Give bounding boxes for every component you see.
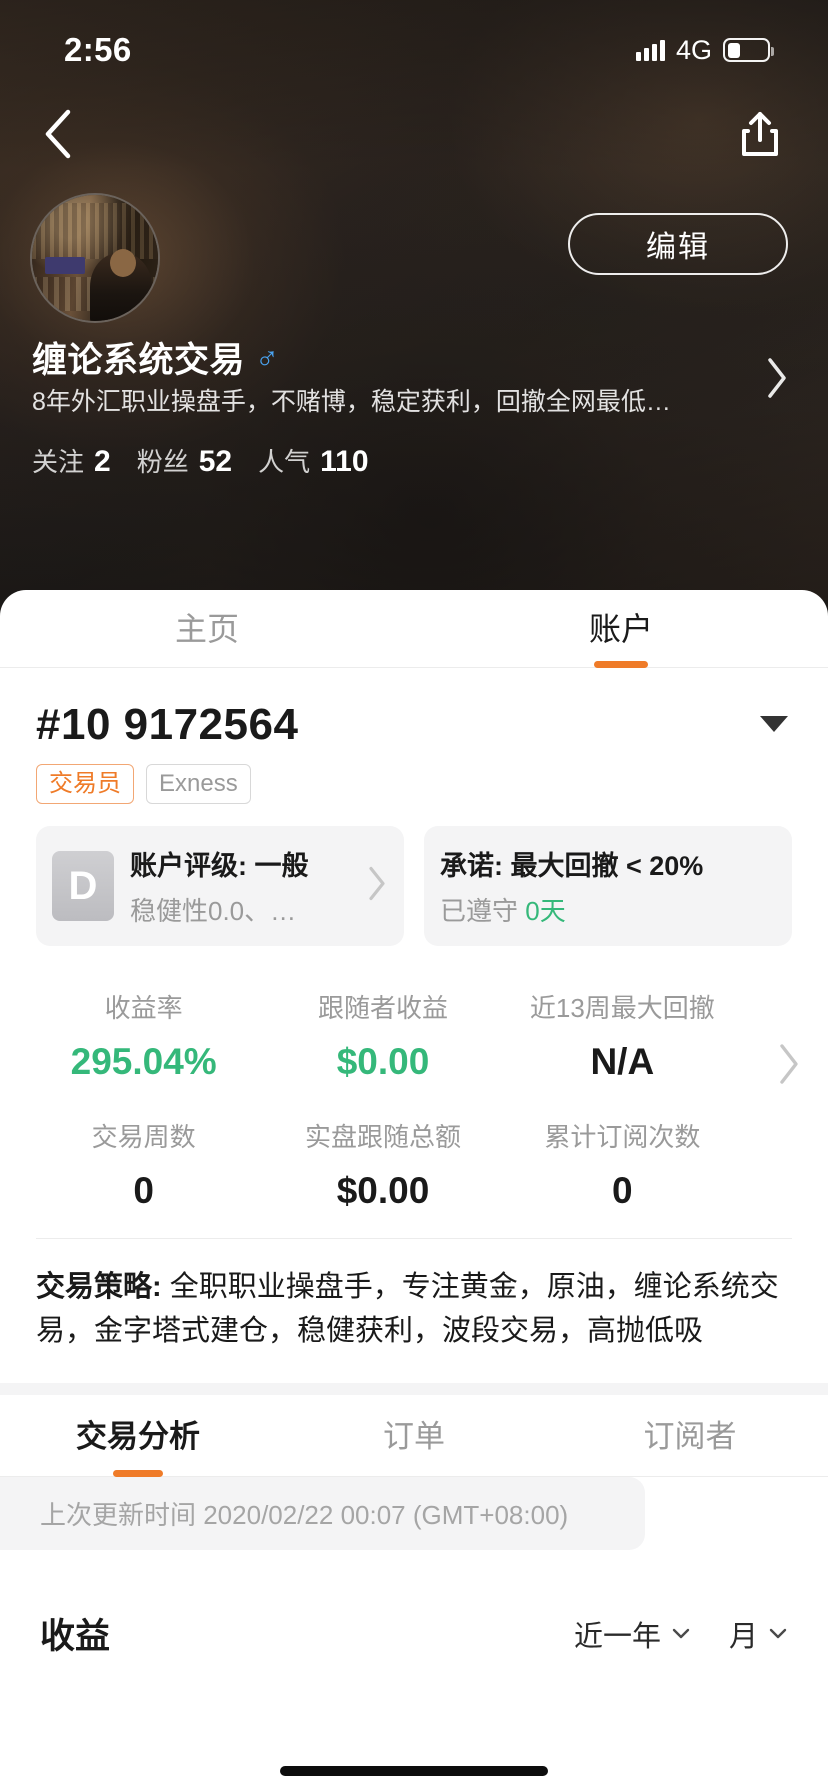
earnings-title: 收益 [40,1617,111,1656]
account-grade-badge: D [52,851,114,921]
male-gender-icon: ♂ [255,339,280,375]
range-selector[interactable]: 近一年 [574,1613,691,1655]
stat-copy-volume: 实盘跟随总额 $0.00 [263,1105,502,1234]
stat-trading-weeks-label: 交易周数 [91,1122,196,1152]
tab-subscribers-label: 订阅者 [643,1419,737,1454]
account-promise-title: 承诺: 最大回撤 < 20% [440,851,704,881]
stat-max-drawdown-label: 近13周最大回撤 [529,993,715,1023]
status-badge-trader: 交易员 [36,764,134,804]
stat-max-drawdown: 近13周最大回撤 N/A [503,976,742,1105]
earnings-section-header: 收益 近一年 月 [0,1550,828,1659]
chevron-down-small-icon [672,1628,690,1638]
stat-follower-profit-value: $0.00 [336,1041,430,1082]
share-icon[interactable] [734,106,786,162]
stat-subscription-count: 累计订阅次数 0 [503,1105,742,1234]
tab-orders-label: 订单 [383,1419,445,1454]
tab-subscribers-underline [665,1470,715,1477]
tab-orders[interactable]: 订单 [276,1395,552,1476]
stat-return-rate: 收益率 295.04% [24,976,263,1105]
promise-days-value: 0天 [525,896,566,926]
edit-profile-button[interactable]: 编辑 [568,213,788,275]
stat-trading-weeks: 交易周数 0 [24,1105,263,1234]
account-header: #10 9172564 交易员 Exness [0,668,828,804]
account-promise-subtitle: 已遵守 0天 [440,891,703,928]
tab-trade-analysis[interactable]: 交易分析 [0,1395,276,1477]
stats-row-secondary: 交易周数 0 实盘跟随总额 $0.00 累计订阅次数 0 [24,1105,804,1234]
tab-account[interactable]: 账户 [414,590,828,668]
analysis-tab-bar: 交易分析 订单 订阅者 [0,1395,828,1477]
account-stats: 收益率 295.04% 跟随者收益 $0.00 近13周最大回撤 N/A 交易周… [0,946,828,1234]
counter-label-followers: 粉丝 [136,447,189,477]
battery-icon [723,38,774,62]
nav-bar [0,96,828,172]
profile-detail-chevron-icon[interactable] [764,356,790,405]
main-tab-bar: 主页 账户 [0,590,828,668]
stat-follower-profit-label: 跟随者收益 [317,993,448,1023]
stat-max-drawdown-value: N/A [590,1041,655,1082]
avatar-photo [32,195,158,321]
counter-label-popularity: 人气 [258,447,311,477]
account-promise-card[interactable]: 承诺: 最大回撤 < 20% 已遵守 0天 [424,826,792,946]
profile-counters: 关注 2 粉丝 52 人气 110 [32,442,385,479]
page-title: 缠论系统交易 [32,341,246,380]
stat-subscription-count-value: 0 [612,1170,633,1211]
profile-bio: 8年外汇职业操盘手，不赌博，稳定获利，回撤全网最低… [32,388,671,416]
account-info-cards: D 账户评级: 一般 稳健性0.0、… 承诺: 最大回撤 < 20% 已遵守 0… [0,804,828,946]
tab-account-label: 账户 [588,611,653,647]
stat-copy-volume-label: 实盘跟随总额 [304,1122,461,1152]
stat-follower-profit: 跟随者收益 $0.00 [263,976,502,1105]
stat-subscription-count-label: 累计订阅次数 [544,1122,701,1152]
caret-down-icon[interactable] [760,716,788,732]
status-bar: 2:56 4G [0,0,828,100]
chevron-down-small-icon-2 [769,1628,787,1638]
back-chevron-icon[interactable] [30,106,86,162]
tab-account-underline [594,661,648,668]
trading-strategy-text: 交易策略: 全职职业操盘手，专注黄金，原油，缠论系统交易，金字塔式建仓，稳健获利… [0,1239,828,1383]
section-gap [0,1383,828,1395]
counter-value-followers: 52 [198,445,233,478]
account-rating-subtitle: 稳健性0.0、… [130,896,297,926]
account-rating-chevron-icon [366,865,388,908]
counter-value-popularity: 110 [320,445,369,478]
trading-strategy-label: 交易策略: [36,1271,162,1303]
avatar[interactable] [30,193,160,323]
tab-trade-analysis-label: 交易分析 [76,1419,200,1454]
period-selector[interactable]: 月 [729,1613,788,1655]
stats-row-spacer-2 [742,1105,804,1234]
home-indicator [280,1766,548,1776]
counter-label-following: 关注 [32,447,85,477]
account-rating-title: 账户评级: 一般 [130,851,309,881]
status-badge-broker: Exness [146,764,251,804]
profile-name-row: 缠论系统交易 ♂ [32,332,279,383]
status-bar-indicators: 4G [635,34,774,66]
account-rating-card[interactable]: D 账户评级: 一般 稳健性0.0、… [36,826,404,946]
account-badges: 交易员 Exness [36,764,792,804]
stat-return-rate-value: 295.04% [70,1041,217,1082]
stat-copy-volume-value: $0.00 [336,1170,430,1211]
tab-orders-underline [389,1470,439,1477]
counter-value-following: 2 [94,445,111,478]
promise-prefix: 已遵守 [440,896,526,926]
stats-row-primary: 收益率 295.04% 跟随者收益 $0.00 近13周最大回撤 N/A [24,976,804,1105]
tab-home[interactable]: 主页 [0,590,414,667]
earnings-selectors: 近一年 月 [574,1613,788,1655]
status-bar-clock: 2:56 [64,31,132,68]
account-id: #10 9172564 [36,700,299,749]
signal-bars-icon [635,39,665,61]
stat-return-rate-label: 收益率 [104,993,183,1023]
stats-detail-chevron-icon[interactable] [776,1042,802,1091]
last-update-banner: 上次更新时间 2020/02/22 00:07 (GMT+08:00) [0,1477,645,1550]
tab-subscribers[interactable]: 订阅者 [552,1395,828,1476]
tab-home-label: 主页 [174,611,239,647]
stat-trading-weeks-value: 0 [133,1170,154,1211]
content-sheet: 主页 账户 #10 9172564 交易员 Exness D 账户评级: 一般 [0,590,828,1792]
network-type-label: 4G [675,34,712,65]
period-selector-label: 月 [728,1620,758,1653]
tab-trade-analysis-underline [113,1470,163,1477]
tab-home-underline [180,661,234,668]
range-selector-label: 近一年 [573,1620,661,1653]
phone-screen: 2:56 4G 编辑 缠论系统交易 ♂ 8年外汇职业操盘手，不赌博，稳定获利，回… [0,0,828,1792]
